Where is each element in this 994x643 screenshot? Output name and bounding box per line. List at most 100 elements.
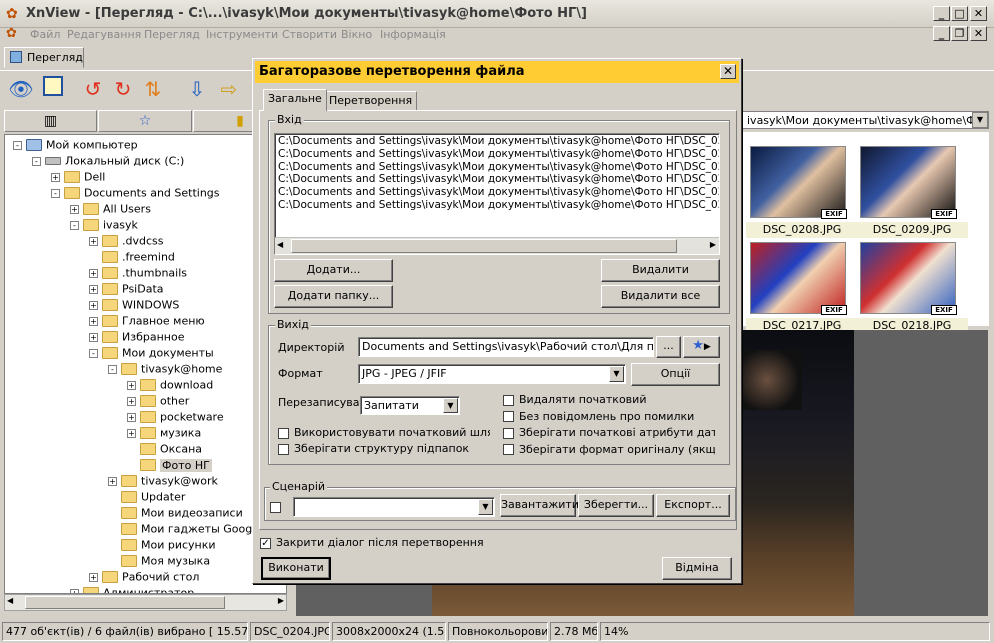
- thumbnail-image[interactable]: EXIF: [750, 242, 847, 315]
- script-select[interactable]: ▼: [293, 497, 495, 517]
- option-left-checkbox[interactable]: Зберігати структуру підпапок: [278, 442, 490, 455]
- load-button[interactable]: Завантажити...: [500, 494, 589, 517]
- tree-item[interactable]: + Избранное: [89, 330, 184, 346]
- transform-icon[interactable]: ⇅: [140, 76, 166, 102]
- tree-item[interactable]: Мои гаджеты Google: [108, 522, 262, 538]
- copy-to-icon[interactable]: ⇨: [216, 76, 242, 102]
- close-after-checkbox[interactable]: ✓ Закрити діалог після перетворення: [260, 536, 484, 549]
- thumbnail-image[interactable]: EXIF: [860, 242, 957, 315]
- tree-scroll-thumb[interactable]: [25, 596, 225, 609]
- dialog-close-icon[interactable]: ✕: [720, 64, 736, 79]
- expand-icon[interactable]: +: [51, 172, 60, 182]
- tree-item[interactable]: - ivasyk: [70, 218, 138, 234]
- tree-item[interactable]: - tivasyk@home: [108, 362, 222, 378]
- mdi-restore-icon[interactable]: ❐: [951, 26, 968, 41]
- menu-create[interactable]: Створити: [282, 28, 337, 41]
- input-list-scrollbar[interactable]: ◀ ▶: [275, 237, 719, 254]
- tree-item[interactable]: - Мои документы: [89, 346, 214, 362]
- expand-icon[interactable]: +: [89, 300, 98, 310]
- tab-browser[interactable]: Перегляд: [4, 47, 84, 68]
- menu-edit[interactable]: Редагування: [67, 28, 141, 41]
- expand-icon[interactable]: +: [108, 476, 117, 486]
- tree-item[interactable]: - Мой компьютер: [13, 138, 138, 154]
- input-file-row[interactable]: C:\Documents and Settings\ivasyk\Мои док…: [278, 148, 719, 160]
- input-file-row[interactable]: C:\Documents and Settings\ivasyk\Мои док…: [278, 135, 719, 147]
- collapse-icon[interactable]: -: [51, 188, 60, 198]
- format-select[interactable]: JPG - JPEG / JFIF ▼: [358, 364, 626, 384]
- scroll-right-icon[interactable]: ▶: [278, 596, 284, 605]
- address-bar[interactable]: ivasyk\Мои документы\tivasyk@home\Фото: [742, 111, 989, 129]
- save-button[interactable]: Зберегти...: [578, 494, 654, 517]
- expand-icon[interactable]: +: [89, 572, 98, 582]
- rotate-right-icon[interactable]: ↻: [110, 76, 136, 102]
- browse-button[interactable]: ...: [656, 336, 681, 358]
- menu-info[interactable]: Інформація: [380, 28, 446, 41]
- tree-item[interactable]: + tivasyk@work: [108, 474, 218, 490]
- overwrite-select[interactable]: Запитати ▼: [360, 396, 460, 415]
- collapse-icon[interactable]: -: [13, 140, 22, 150]
- thumbnail-image[interactable]: EXIF: [750, 146, 847, 219]
- directory-input[interactable]: Documents and Settings\ivasyk\Рабочий ст…: [358, 337, 654, 357]
- view-eye-icon[interactable]: 👁: [8, 76, 34, 102]
- expand-icon[interactable]: +: [127, 396, 136, 406]
- tree-item[interactable]: Мои видеозаписи: [108, 506, 243, 522]
- menu-file[interactable]: Файл: [30, 28, 60, 41]
- tree-item[interactable]: + download: [127, 378, 213, 394]
- menu-window[interactable]: Вікно: [341, 28, 372, 41]
- menu-tools[interactable]: Інструменти: [206, 28, 278, 41]
- tree-item[interactable]: Мои рисунки: [108, 538, 216, 554]
- tree-horizontal-scrollbar[interactable]: ◀ ▶: [4, 594, 287, 611]
- tree-item[interactable]: Updater: [108, 490, 185, 506]
- input-file-row[interactable]: C:\Documents and Settings\ivasyk\Мои док…: [278, 199, 719, 211]
- tree-item[interactable]: Моя музыка: [108, 554, 210, 570]
- remove-button[interactable]: Видалити: [601, 259, 720, 282]
- input-file-row[interactable]: C:\Documents and Settings\ivasyk\Мои док…: [278, 173, 719, 185]
- favorites-dir-button[interactable]: ★▶: [683, 336, 720, 358]
- scroll-left-icon[interactable]: ◀: [7, 596, 13, 605]
- tab-transform[interactable]: Перетворення: [324, 91, 418, 111]
- option-right-checkbox[interactable]: Зберігати формат оригіналу (якщо мо: [503, 443, 715, 456]
- minimize-icon[interactable]: _: [933, 6, 950, 21]
- option-right-checkbox[interactable]: Зберігати початкові атрибути дати/час: [503, 426, 715, 439]
- tree-item[interactable]: .freemind: [89, 250, 175, 266]
- script-checkbox[interactable]: [270, 500, 286, 513]
- fullscreen-icon[interactable]: [40, 76, 66, 102]
- tree-item[interactable]: + Рабочий стол: [89, 570, 199, 586]
- expand-icon[interactable]: +: [89, 332, 98, 342]
- tab-general[interactable]: Загальне: [263, 89, 327, 111]
- expand-icon[interactable]: +: [89, 236, 98, 246]
- menu-view[interactable]: Перегляд: [144, 28, 200, 41]
- folders-tab-icon[interactable]: ▥: [4, 110, 97, 132]
- tree-item[interactable]: - Локальный диск (C:): [32, 154, 184, 170]
- expand-icon[interactable]: +: [89, 284, 98, 294]
- tree-item[interactable]: + .dvdcss: [89, 234, 163, 250]
- maximize-icon[interactable]: □: [951, 6, 968, 21]
- collapse-icon[interactable]: -: [108, 364, 117, 374]
- list-scroll-right-icon[interactable]: ▶: [710, 240, 716, 249]
- input-file-row[interactable]: C:\Documents and Settings\ivasyk\Мои док…: [278, 161, 719, 173]
- expand-icon[interactable]: +: [127, 412, 136, 422]
- option-right-checkbox[interactable]: Видаляти початковий: [503, 393, 715, 406]
- input-file-row[interactable]: C:\Documents and Settings\ivasyk\Мои док…: [278, 186, 719, 198]
- collapse-icon[interactable]: -: [70, 220, 79, 230]
- options-button[interactable]: Опції: [631, 363, 720, 386]
- mdi-close-icon[interactable]: ✕: [970, 26, 987, 41]
- tree-item[interactable]: + other: [127, 394, 189, 410]
- expand-icon[interactable]: +: [70, 204, 79, 214]
- tree-item[interactable]: + .thumbnails: [89, 266, 187, 282]
- list-scroll-left-icon[interactable]: ◀: [277, 240, 283, 249]
- tree-item[interactable]: + WINDOWS: [89, 298, 179, 314]
- thumbnail-caption[interactable]: DSC_0209.JPG: [856, 222, 968, 238]
- expand-icon[interactable]: +: [89, 316, 98, 326]
- folder-tree[interactable]: - Мой компьютер - Локальный диск (C:) + Dell -…: [4, 134, 287, 594]
- mdi-minimize-icon[interactable]: _: [933, 26, 950, 41]
- add-button[interactable]: Додати...: [274, 259, 393, 282]
- app-menu-icon[interactable]: ✿: [6, 26, 17, 41]
- option-right-checkbox[interactable]: Без повідомлень про помилки: [503, 410, 715, 423]
- export-button[interactable]: Експорт...: [656, 494, 730, 517]
- tree-item[interactable]: + музика: [127, 426, 201, 442]
- address-dropdown-icon[interactable]: ▼: [972, 112, 988, 128]
- rotate-left-icon[interactable]: ↺: [80, 76, 106, 102]
- tree-item[interactable]: - Documents and Settings: [51, 186, 220, 202]
- expand-icon[interactable]: +: [127, 380, 136, 390]
